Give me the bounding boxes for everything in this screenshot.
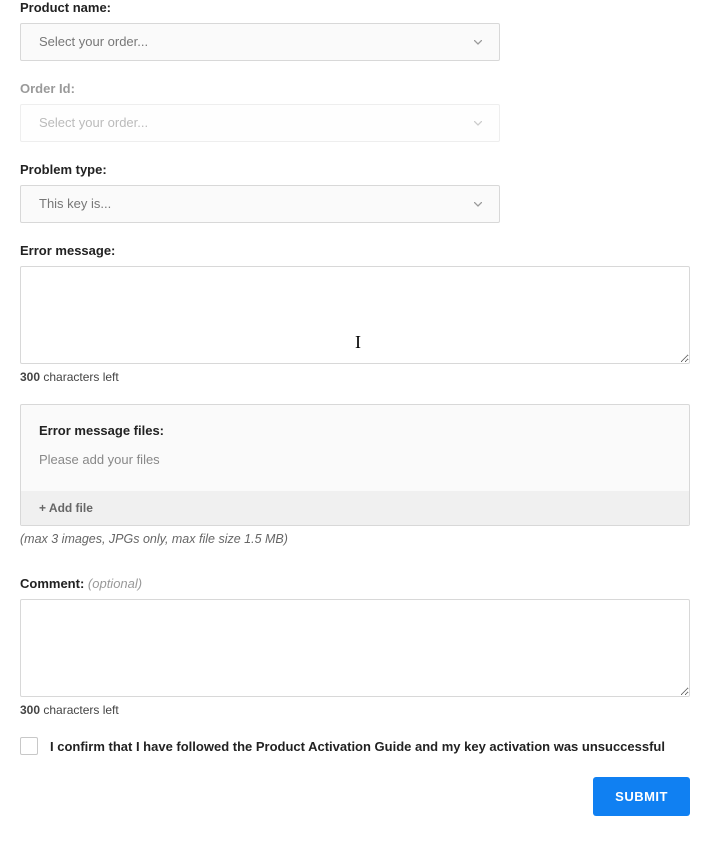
- error-files-box: Error message files: Please add your fil…: [20, 404, 690, 526]
- error-files-label: Error message files:: [39, 423, 671, 438]
- product-name-label: Product name:: [20, 0, 690, 15]
- add-file-button[interactable]: + Add file: [21, 491, 689, 525]
- order-id-select: Select your order...: [20, 104, 500, 142]
- problem-type-select[interactable]: This key is...: [20, 185, 500, 223]
- problem-type-label: Problem type:: [20, 162, 690, 177]
- error-message-counter: 300 characters left: [20, 370, 690, 384]
- submit-button[interactable]: SUBMIT: [593, 777, 690, 816]
- error-message-label: Error message:: [20, 243, 690, 258]
- error-files-hint: Please add your files: [39, 452, 671, 467]
- order-id-label: Order Id:: [20, 81, 690, 96]
- comment-label: Comment: (optional): [20, 576, 690, 591]
- confirm-checkbox[interactable]: [20, 737, 38, 755]
- chevron-down-icon: [474, 202, 482, 207]
- comment-counter: 300 characters left: [20, 703, 690, 717]
- error-files-note: (max 3 images, JPGs only, max file size …: [20, 532, 690, 546]
- confirm-text: I confirm that I have followed the Produ…: [50, 739, 665, 754]
- comment-textarea[interactable]: [20, 599, 690, 697]
- error-message-textarea[interactable]: [20, 266, 690, 364]
- chevron-down-icon: [474, 40, 482, 45]
- chevron-down-icon: [474, 121, 482, 126]
- product-name-select[interactable]: Select your order...: [20, 23, 500, 61]
